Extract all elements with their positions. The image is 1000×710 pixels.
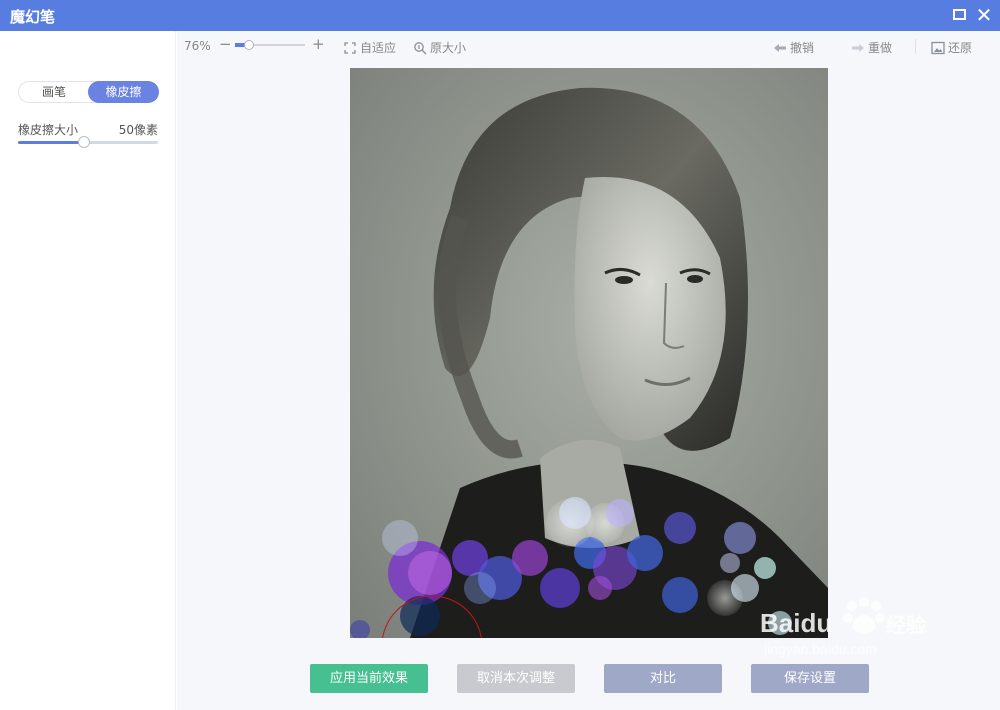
eraser-size-value: 50像素 [118, 123, 158, 137]
undo-button[interactable]: 撤销 [773, 39, 814, 56]
zoom-slider[interactable] [235, 40, 305, 50]
original-size-button[interactable]: 原大小 [413, 39, 466, 56]
window-title: 魔幻笔 [10, 8, 56, 26]
zoom-out-button[interactable]: − [219, 35, 232, 53]
fit-button[interactable]: 自适应 [343, 39, 396, 56]
maximize-button[interactable] [951, 6, 969, 24]
redo-button[interactable]: 重做 [851, 39, 892, 56]
fit-icon [344, 41, 356, 54]
magnifier-icon [414, 41, 427, 54]
eraser-size-knob[interactable] [78, 136, 90, 148]
brush-mode-tab[interactable]: 画笔 [19, 81, 89, 103]
workspace: 76% − + 自适应 原大小 撤销 重做 还原 应用当前效果 取消本次调整 对… [177, 31, 1000, 710]
photo-canvas[interactable] [350, 68, 828, 638]
title-bar: 魔幻笔 ✕ [0, 0, 1000, 31]
eraser-size-slider[interactable] [18, 136, 158, 149]
compare-button[interactable]: 对比 [604, 664, 722, 693]
original-size-label: 原大小 [430, 41, 467, 55]
maximize-icon [953, 9, 966, 20]
redo-arrow-icon [852, 43, 864, 52]
zoom-knob[interactable] [244, 40, 254, 50]
undo-arrow-icon [774, 43, 786, 52]
zoom-in-button[interactable]: + [312, 35, 325, 53]
tool-sidebar: 画笔 橡皮擦 橡皮擦大小 50像素 [0, 31, 176, 710]
portrait-photo [350, 68, 828, 638]
restore-button[interactable]: 还原 [931, 39, 972, 56]
eraser-size-label: 橡皮擦大小 [18, 123, 79, 137]
cancel-adjustment-button[interactable]: 取消本次调整 [457, 664, 575, 693]
restore-label: 还原 [948, 41, 973, 55]
close-button[interactable]: ✕ [975, 3, 993, 27]
apply-effect-button[interactable]: 应用当前效果 [310, 664, 428, 693]
top-toolbar: 76% − + 自适应 原大小 撤销 重做 还原 [177, 31, 1000, 61]
eraser-size-fill [18, 141, 84, 144]
save-settings-button[interactable]: 保存设置 [751, 664, 869, 693]
close-icon: ✕ [975, 3, 993, 27]
redo-label: 重做 [868, 41, 893, 55]
eraser-mode-tab[interactable]: 橡皮擦 [88, 81, 159, 103]
mode-toggle: 画笔 橡皮擦 [18, 81, 159, 103]
toolbar-divider [915, 39, 916, 53]
image-restore-icon [931, 41, 945, 54]
undo-label: 撤销 [790, 41, 815, 55]
fit-label: 自适应 [360, 41, 397, 55]
zoom-percent: 76% [184, 39, 211, 53]
action-bar: 应用当前效果 取消本次调整 对比 保存设置 [177, 664, 1000, 694]
